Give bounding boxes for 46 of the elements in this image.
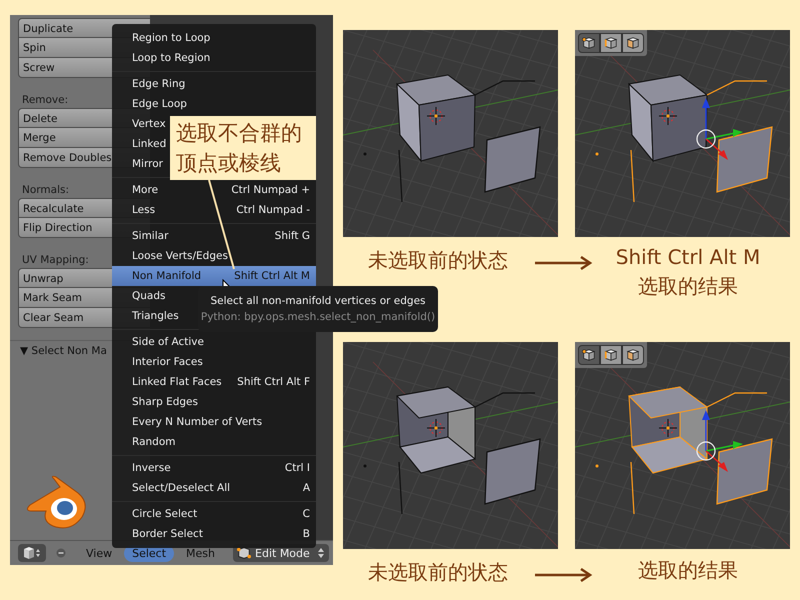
operator-panel-title[interactable]: ▼ Select Non Ma	[18, 341, 107, 357]
caption: Shift Ctrl Alt M	[616, 245, 760, 269]
caption: 选取的结果	[638, 273, 738, 300]
menu-item[interactable]: Every N Number of Verts	[112, 412, 316, 432]
tooltip-python-path: Python: bpy.ops.mesh.select_non_manifold()	[200, 311, 436, 323]
menu-item[interactable]: Random	[112, 432, 316, 452]
menu-item[interactable]: More Ctrl Numpad +	[112, 180, 316, 200]
transform-gizmo[interactable]	[696, 98, 743, 160]
caption: 未选取前的状态	[367, 559, 509, 586]
select-mode-button[interactable]	[622, 33, 644, 53]
caption: 选取的结果	[638, 557, 738, 584]
menu-item[interactable]: Loose Verts/Edges	[112, 246, 316, 266]
editor-type-button[interactable]	[18, 544, 46, 562]
transform-gizmo[interactable]	[696, 410, 743, 472]
select-mode-button[interactable]	[600, 33, 622, 53]
arrow-icon	[533, 256, 593, 270]
menu-item[interactable]: Interior Faces	[112, 352, 316, 372]
select-mode-button[interactable]	[622, 345, 644, 365]
menu-item[interactable]: Side of Active	[112, 332, 316, 352]
callout-tooltip: 选取不合群的 顶点或棱线	[170, 116, 316, 180]
select-mode-button[interactable]	[578, 345, 600, 365]
cube-icon	[582, 36, 596, 50]
menu-item[interactable]: Select/Deselect All A	[112, 478, 316, 498]
caption: 未选取前的状态	[367, 247, 509, 274]
section-label: Remove:	[21, 93, 68, 108]
cube-icon	[582, 348, 596, 362]
menu-item[interactable]: Non Manifold Shift Ctrl Alt M	[112, 266, 316, 286]
cube-icon	[626, 348, 640, 362]
header-menu[interactable]: View	[78, 544, 120, 562]
menu-item[interactable]: Border Select B	[112, 524, 316, 544]
cube-icon	[604, 36, 618, 50]
updown-arrows-icon	[317, 546, 325, 560]
tooltip-description: Select all non-manifold vertices or edges	[210, 295, 426, 307]
select-mode-button[interactable]	[600, 345, 622, 365]
section-label: Normals:	[21, 183, 69, 198]
cube-icon	[604, 348, 618, 362]
select-mode-button[interactable]	[578, 33, 600, 53]
header-menu[interactable]: Mesh	[178, 544, 224, 562]
menu-item[interactable]: Linked Flat Faces Shift Ctrl Alt F	[112, 372, 316, 392]
cube-icon	[626, 36, 640, 50]
menu-item[interactable]: Sharp Edges	[112, 392, 316, 412]
arrow-icon	[533, 568, 593, 582]
menu-item[interactable]: Inverse Ctrl I	[112, 458, 316, 478]
collapse-icon[interactable]	[56, 548, 66, 558]
menu-item[interactable]: Circle Select C	[112, 504, 316, 524]
section-label: UV Mapping:	[21, 253, 89, 268]
